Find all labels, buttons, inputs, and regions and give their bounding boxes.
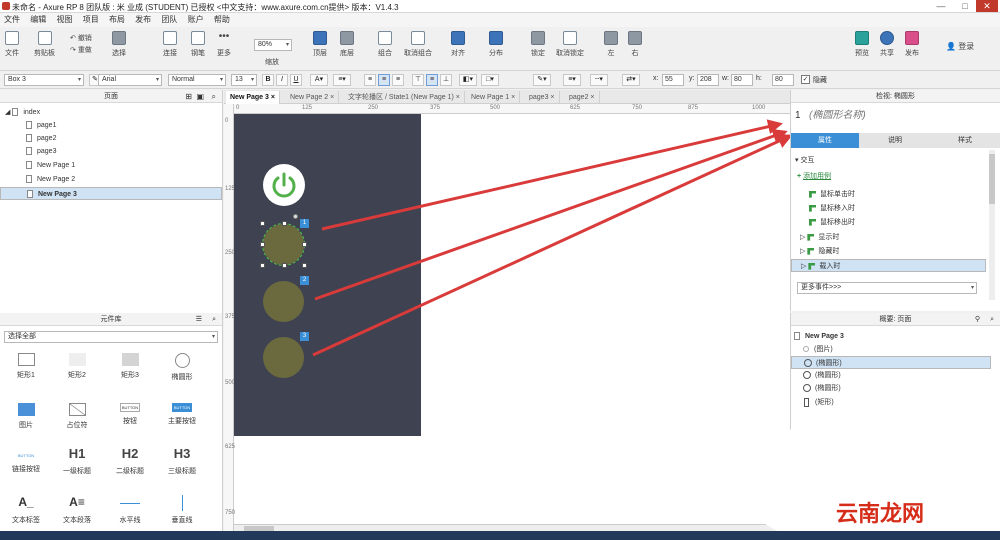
outline-root[interactable]: New Page 3 — [791, 330, 991, 343]
tab-notes[interactable]: 说明 — [861, 133, 929, 148]
event-icon — [807, 233, 815, 241]
search-icon[interactable]: ⌕ — [990, 313, 994, 326]
event-onshow[interactable]: ▷ 显示时 — [791, 231, 986, 244]
os-taskbar — [0, 531, 1000, 540]
event-onhide[interactable]: ▷ 隐藏时 — [791, 245, 986, 258]
tab-properties[interactable]: 属性 — [791, 133, 859, 148]
image-icon — [803, 346, 809, 353]
widget-name-input[interactable] — [809, 106, 995, 124]
add-case-link[interactable]: + 添加用例 — [791, 170, 986, 183]
outline-item-image[interactable]: (图片) — [791, 343, 991, 356]
event-icon — [807, 247, 815, 255]
widget-index: 1 — [795, 110, 801, 121]
rectangle-icon — [804, 397, 809, 407]
outline-item-ellipse-2[interactable]: (椭圆形) — [791, 369, 991, 382]
tab-style[interactable]: 样式 — [931, 133, 999, 148]
expand-arrow-icon: ▷ — [800, 248, 808, 255]
event-mouseleave[interactable]: 鼠标移出时 — [791, 216, 986, 229]
event-onload[interactable]: ▷ 载入时 — [791, 259, 986, 272]
expand-arrow-icon: ▷ — [800, 234, 808, 241]
inspector-scrollbar[interactable] — [989, 150, 995, 300]
inspector-tabs: 属性 说明 样式 — [791, 133, 1000, 148]
ellipse-icon — [803, 384, 811, 393]
outline-item-ellipse-3[interactable]: (椭圆形) — [791, 382, 991, 395]
event-onclick[interactable]: 鼠标单击时 — [791, 188, 986, 201]
ellipse-icon — [803, 371, 811, 380]
event-icon — [808, 262, 816, 270]
event-icon — [809, 190, 816, 198]
scroll-thumb[interactable] — [989, 154, 995, 204]
event-icon — [809, 204, 816, 212]
arrow-3 — [312, 134, 793, 357]
interactions-section[interactable]: ▾ 交互 — [791, 154, 986, 167]
ellipse-icon — [804, 359, 812, 368]
page-icon — [794, 332, 800, 341]
inspector-panel: 检视: 椭圆形 1 属性 说明 样式 ▾ 交互 + 添加用例 鼠标单击时 鼠标移… — [790, 90, 1000, 311]
watermark-text: 云南龙网 — [836, 502, 925, 527]
outline-item-ellipse-1[interactable]: (椭圆形) — [791, 356, 991, 369]
horizontal-scrollbar[interactable] — [234, 524, 790, 531]
chevron-down-icon: ▾ — [970, 285, 974, 291]
more-events-select[interactable]: 更多事件>>> ▾ — [797, 282, 977, 294]
outline-title: 概要: 页面 ⚲ ⌕ — [791, 313, 1000, 326]
inspector-title: 检视: 椭圆形 — [791, 90, 1000, 103]
event-mouseenter[interactable]: 鼠标移入时 — [791, 202, 986, 215]
arrow-1 — [321, 119, 783, 231]
filter-icon[interactable]: ⚲ — [975, 313, 980, 326]
expand-arrow-icon: ▷ — [801, 263, 809, 270]
outline-item-rectangle[interactable]: (矩形) — [791, 396, 991, 409]
event-icon — [809, 218, 816, 226]
